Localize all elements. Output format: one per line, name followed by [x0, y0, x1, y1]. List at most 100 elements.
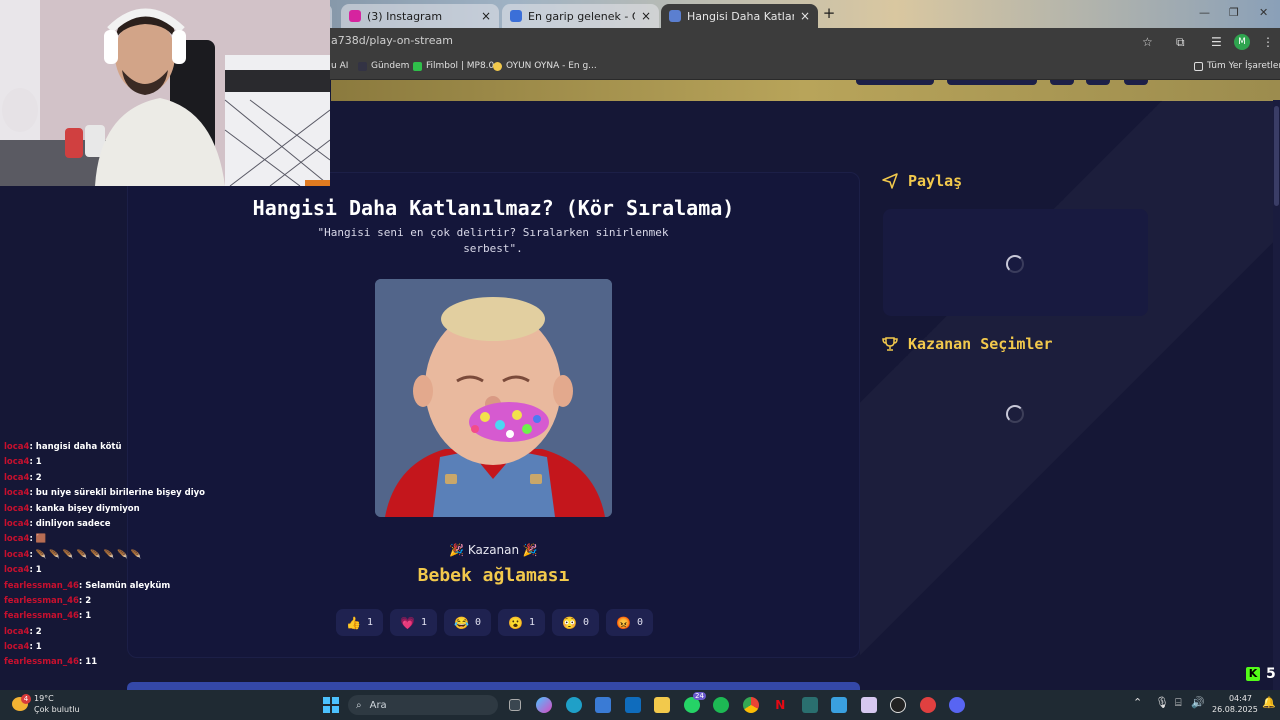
loading-spinner-icon: [1006, 255, 1024, 273]
close-icon[interactable]: ×: [481, 9, 491, 23]
reaction-thumbs-up-button[interactable]: 👍 1: [336, 609, 383, 636]
webcam-overlay: [0, 0, 330, 186]
smiley-icon: [493, 61, 502, 71]
chat-message: loca4: 1: [4, 565, 42, 576]
heart-icon: 💗: [400, 615, 415, 630]
close-window-icon[interactable]: ✕: [1259, 6, 1268, 19]
reaction-wow-button[interactable]: 😮 1: [498, 609, 545, 636]
header-button[interactable]: [856, 80, 934, 85]
new-tab-button[interactable]: +: [822, 6, 836, 21]
windows-taskbar: 4 19°C Çok bulutlu ⌕ Ara 24 N ⌃ 🎙 ⌸ 🔊 04:…: [0, 690, 1280, 720]
obs-icon[interactable]: [884, 696, 914, 714]
task-view-icon[interactable]: [500, 696, 530, 714]
photos-icon[interactable]: [825, 696, 855, 714]
store-icon[interactable]: [589, 696, 619, 714]
system-clock[interactable]: 04:47 26.08.2025: [1212, 693, 1258, 715]
minimize-icon[interactable]: —: [1199, 6, 1210, 19]
chat-message: loca4: kanka bişey diymiyon: [4, 503, 140, 514]
star-icon[interactable]: ☆: [1142, 35, 1153, 49]
tab-quizei[interactable]: En garip gelenek - Quizei ×: [502, 4, 659, 28]
bookmark-oyun[interactable]: OYUN OYNA - En g...: [493, 61, 597, 71]
reaction-heart-button[interactable]: 💗 1: [390, 609, 437, 636]
volume-icon[interactable]: 🔊: [1191, 696, 1205, 709]
close-icon[interactable]: ×: [800, 9, 810, 23]
bookmark-all[interactable]: Tüm Yer İşaretleri: [1194, 61, 1280, 71]
trophy-icon: [882, 337, 898, 351]
outlook-icon[interactable]: [618, 696, 648, 714]
quizei-icon: [510, 10, 522, 22]
winners-heading: Kazanan Seçimler: [882, 335, 1053, 353]
header-icon-button[interactable]: [1124, 80, 1148, 85]
share-panel: [883, 209, 1148, 316]
tray-overflow-icon[interactable]: ⌃: [1133, 696, 1142, 709]
chat-message: loca4: 🟫: [4, 534, 47, 545]
notifications-icon[interactable]: 🔔: [1262, 696, 1276, 709]
kick-viewer-count: K 5: [1246, 666, 1276, 682]
header-button[interactable]: [947, 80, 1037, 85]
page-subtitle: "Hangisi seni en çok delirtir? Sıralarke…: [317, 226, 669, 255]
loading-spinner-icon: [1006, 405, 1024, 423]
file-explorer-icon[interactable]: [648, 696, 678, 714]
header-icon-button[interactable]: [1086, 80, 1110, 85]
game-app-icon[interactable]: [854, 696, 884, 714]
reaction-laugh-button[interactable]: 😂 0: [444, 609, 491, 636]
bookmark-ai[interactable]: u AI: [331, 61, 348, 71]
chat-message: fearlessman_46: 1: [4, 611, 92, 622]
maximize-icon[interactable]: ❐: [1229, 6, 1239, 19]
url-field[interactable]: a738d/play-on-stream: [331, 34, 453, 47]
discord-icon[interactable]: [943, 696, 973, 714]
scrollbar-thumb[interactable]: [1274, 106, 1279, 206]
chat-message: loca4: 2: [4, 472, 42, 483]
reaction-flushed-button[interactable]: 😳 0: [552, 609, 599, 636]
instagram-icon: [349, 10, 361, 22]
bookmark-gundem[interactable]: Gündem: [358, 61, 409, 71]
chat-message: loca4: hangisi daha kötü: [4, 442, 122, 452]
close-icon[interactable]: ×: [641, 9, 651, 23]
copilot-icon[interactable]: [530, 696, 560, 714]
weather-widget[interactable]: 4 19°C Çok bulutlu: [12, 693, 80, 715]
reaction-angry-button[interactable]: 😡 0: [606, 609, 653, 636]
winner-label: 🎉 Kazanan 🎉: [449, 543, 538, 557]
media-app-icon[interactable]: [795, 696, 825, 714]
wow-icon: 😮: [508, 615, 523, 630]
media-icon[interactable]: ☰: [1211, 35, 1222, 49]
bookmark-filmbol[interactable]: Filmbol | MP8.0: [413, 61, 494, 71]
flushed-icon: 😳: [562, 615, 577, 630]
spotify-icon[interactable]: [707, 696, 737, 714]
microphone-icon[interactable]: 🎙: [1155, 696, 1169, 709]
filmbol-icon: [413, 61, 422, 71]
search-icon: ⌕: [356, 699, 362, 711]
extensions-icon[interactable]: ⧉: [1176, 35, 1185, 50]
thumbs-up-icon: 👍: [346, 615, 361, 630]
winner-image: [375, 279, 612, 517]
taskbar-apps: 24 N: [500, 692, 973, 714]
quiz-favicon-icon: [669, 10, 681, 22]
chat-message: fearlessman_46: 2: [4, 595, 92, 606]
chat-message: loca4: bu niye sürekli birilerine bişey …: [4, 488, 206, 499]
tab-current[interactable]: Hangisi Daha Katlanılmaz? (Kör ×: [661, 4, 818, 28]
whatsapp-badge: 24: [693, 692, 706, 700]
tab-instagram[interactable]: (3) Instagram ×: [341, 4, 499, 28]
chat-message: loca4: dinliyon sadece: [4, 518, 111, 529]
menu-icon[interactable]: ⋮: [1262, 35, 1274, 49]
header-icon-button[interactable]: [1050, 80, 1074, 85]
chat-message: loca4: 🪶 🪶 🪶 🪶 🪶 🪶 🪶 🪶: [4, 549, 142, 560]
windows-start-icon[interactable]: [323, 697, 339, 713]
edge-icon[interactable]: [559, 696, 589, 714]
profile-avatar[interactable]: M: [1234, 34, 1250, 50]
folder-icon: [1194, 61, 1203, 71]
taskbar-search[interactable]: ⌕ Ara: [348, 695, 498, 715]
netflix-icon[interactable]: N: [766, 696, 796, 714]
chat-message: loca4: 1: [4, 642, 42, 653]
share-heading: Paylaş: [882, 172, 962, 190]
chrome-icon[interactable]: [736, 696, 766, 714]
network-icon[interactable]: ⌸: [1175, 696, 1182, 710]
next-section-bar: [127, 682, 860, 690]
whatsapp-icon[interactable]: 24: [677, 692, 707, 714]
gundem-icon: [358, 61, 367, 71]
angry-icon: 😡: [616, 615, 631, 630]
kick-logo-icon: K: [1246, 667, 1260, 681]
send-icon: [882, 173, 898, 189]
recording-app-icon[interactable]: [913, 696, 943, 714]
streamer-webcam-image: [0, 0, 330, 186]
